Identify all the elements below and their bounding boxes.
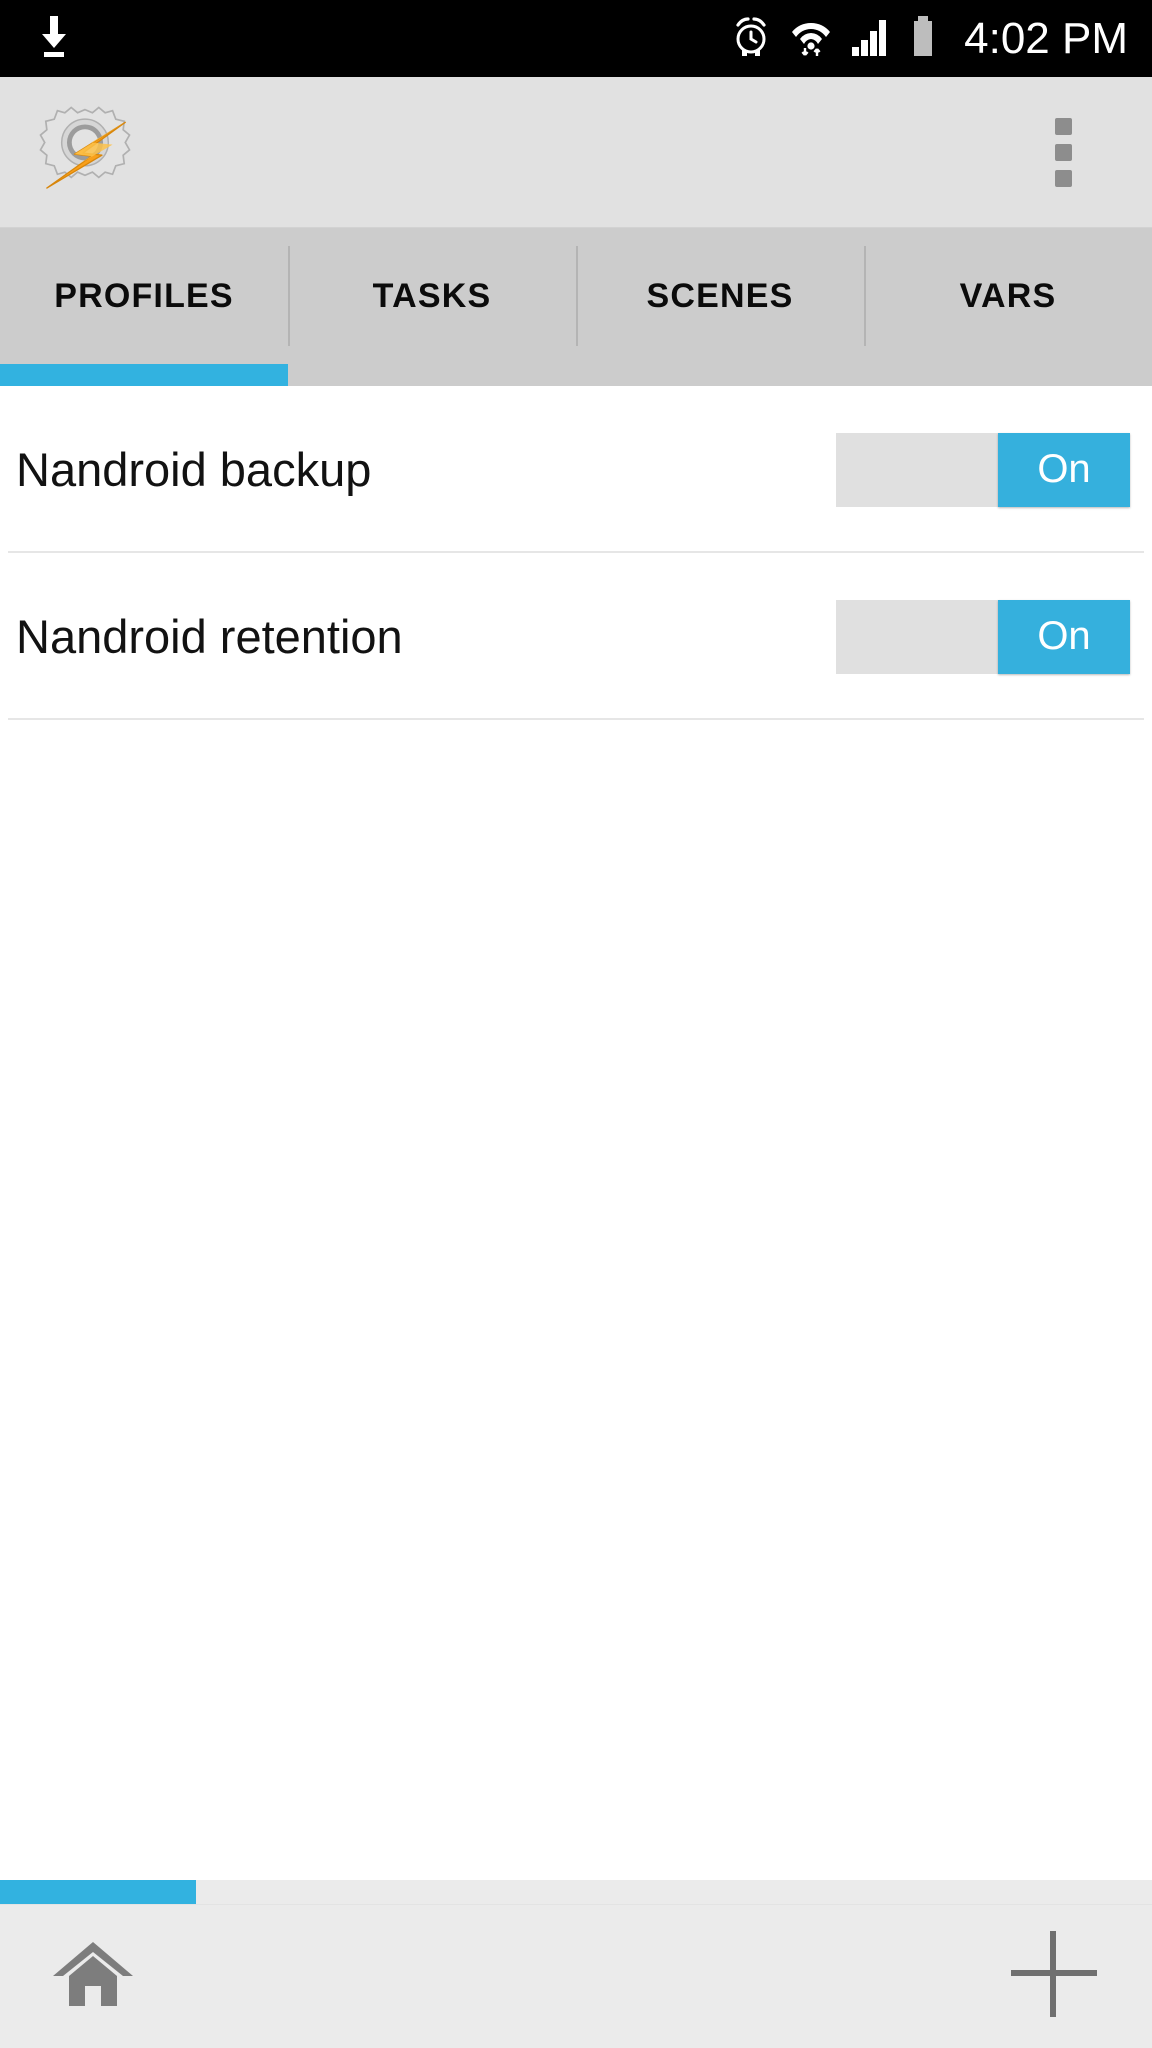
overflow-menu-button[interactable] — [1028, 100, 1098, 204]
app-header — [0, 77, 1152, 228]
active-tab-indicator — [0, 364, 288, 386]
download-icon — [34, 14, 74, 63]
table-row[interactable]: Nandroid backup On — [0, 386, 1152, 553]
tab-indicator-row — [0, 364, 1152, 386]
status-bar: 4:02 PM — [0, 0, 1152, 77]
profile-toggle[interactable]: On — [836, 599, 1130, 674]
tab-tasks[interactable]: TASKS — [288, 228, 576, 364]
profile-name: Nandroid retention — [16, 609, 403, 663]
battery-icon — [910, 14, 936, 63]
status-bar-left-icons — [0, 14, 74, 63]
home-icon — [51, 1936, 135, 2017]
tab-vars[interactable]: VARS — [864, 228, 1152, 364]
profile-name: Nandroid backup — [16, 442, 372, 496]
signal-icon — [850, 14, 894, 63]
toggle-state-label: On — [998, 599, 1130, 674]
table-row[interactable]: Nandroid retention On — [0, 553, 1152, 720]
profile-list: Nandroid backup On Nandroid retention On — [0, 386, 1152, 1880]
status-bar-clock: 4:02 PM — [964, 13, 1128, 63]
tasker-logo[interactable] — [32, 99, 138, 205]
toggle-state-label: On — [998, 432, 1130, 507]
overflow-dot — [1054, 117, 1072, 135]
plus-icon — [1007, 1927, 1101, 2026]
wifi-icon — [788, 14, 834, 63]
progress-indicator — [0, 1880, 196, 1904]
overflow-dot — [1054, 169, 1072, 187]
home-button[interactable] — [38, 1922, 148, 2032]
add-button[interactable] — [994, 1917, 1114, 2037]
bottom-action-bar — [0, 1904, 1152, 2048]
tab-profiles[interactable]: PROFILES — [0, 228, 288, 364]
tab-bar: PROFILES TASKS SCENES VARS — [0, 228, 1152, 364]
alarm-icon — [730, 14, 772, 63]
app-screen: 4:02 PM PROFILES TASKS SCENES VARS Nandr… — [0, 0, 1152, 2048]
profile-toggle[interactable]: On — [836, 432, 1130, 507]
overflow-dot — [1054, 143, 1072, 161]
tab-scenes[interactable]: SCENES — [576, 228, 864, 364]
bottom-progress-row — [0, 1880, 1152, 1904]
status-bar-right-icons: 4:02 PM — [730, 0, 1128, 77]
